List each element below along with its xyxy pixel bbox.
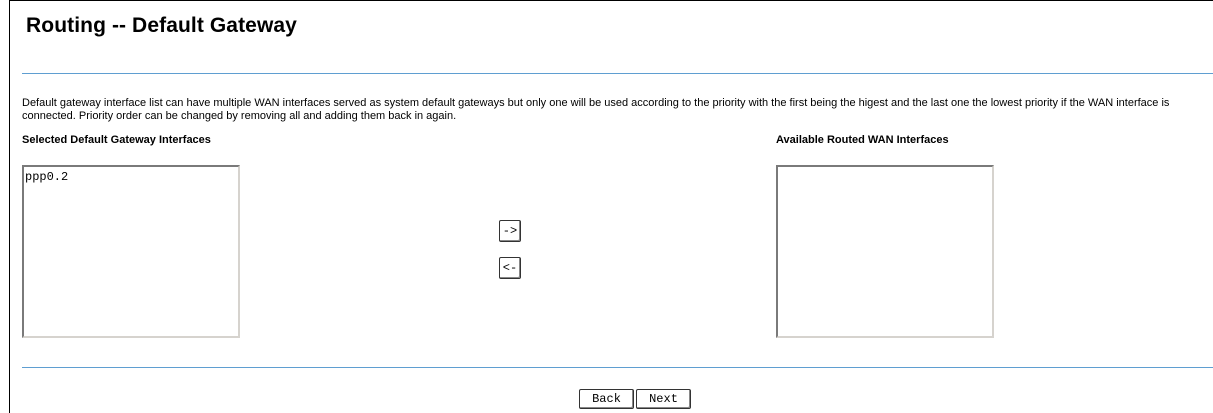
available-interfaces-label: Available Routed WAN Interfaces — [776, 134, 949, 146]
top-divider — [22, 73, 1213, 74]
page-title: Routing -- Default Gateway — [26, 14, 297, 37]
list-item[interactable]: ppp0.2 — [25, 171, 238, 184]
back-button[interactable]: Back — [579, 389, 634, 409]
available-interfaces-listbox[interactable] — [776, 165, 994, 338]
page-description: Default gateway interface list can have … — [22, 97, 1170, 122]
selected-interfaces-listbox[interactable]: ppp0.2 — [22, 165, 240, 338]
remove-interface-button[interactable]: <- — [499, 257, 521, 279]
add-interface-button[interactable]: -> — [499, 220, 521, 242]
selected-interfaces-label: Selected Default Gateway Interfaces — [22, 134, 211, 146]
bottom-divider — [22, 367, 1213, 368]
next-button[interactable]: Next — [636, 389, 691, 409]
